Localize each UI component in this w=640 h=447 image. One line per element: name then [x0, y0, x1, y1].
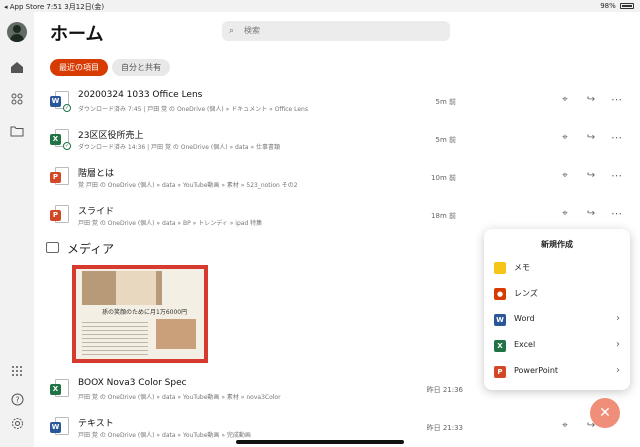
filter-chip-recent[interactable]: 最近の項目 [50, 59, 108, 76]
powerpoint-file-icon: P [50, 167, 70, 189]
synced-icon: ✓ [63, 104, 71, 112]
share-icon[interactable]: ↪ [584, 169, 598, 183]
share-icon[interactable]: ↪ [584, 207, 598, 221]
close-create-button[interactable]: ✕ [590, 398, 620, 428]
word-file-icon: W [50, 417, 70, 439]
new-document-menu: 新規作成 メモ ● レンズ W Word › X Excel › P Power… [484, 229, 630, 390]
menu-item-lens[interactable]: ● レンズ [484, 283, 630, 305]
menu-item-note[interactable]: メモ [484, 257, 630, 279]
file-time: 5m 前 [435, 136, 457, 144]
file-name: BOOX Nova3 Color Spec [78, 378, 187, 388]
sidebar: ? [0, 12, 34, 447]
file-time: 10m 前 [431, 174, 456, 182]
settings-icon[interactable] [8, 414, 26, 432]
word-icon: W [494, 314, 506, 326]
media-thumbnail[interactable]: 孫の笑顔のために月1万6000円 [72, 265, 208, 363]
file-time: 昨日 21:36 [426, 386, 463, 394]
chevron-right-icon: › [616, 339, 620, 350]
file-time: 昨日 21:33 [426, 424, 463, 432]
file-name: スライド [78, 207, 115, 217]
menu-item-label: Excel [514, 340, 536, 349]
excel-icon: X [494, 340, 506, 352]
excel-file-icon: X [50, 379, 70, 401]
file-path: 覚 戸田 の OneDrive (個人) » data » YouTube動画 … [78, 182, 298, 189]
menu-item-label: PowerPoint [514, 366, 559, 375]
pin-icon[interactable]: ⌖ [558, 419, 572, 433]
search-placeholder: 検索 [244, 26, 260, 35]
status-left: ◂ App Store 7:51 3月12日(金) [4, 3, 105, 11]
close-icon: ✕ [599, 405, 611, 421]
file-row[interactable]: X ✓ 23区区役所売上 ダウンロード済み 14:36 | 戸田 覚 の OneD… [34, 126, 640, 164]
pin-icon[interactable]: ⌖ [558, 169, 572, 183]
file-name: 23区区役所売上 [78, 131, 144, 141]
image-icon [46, 242, 59, 253]
file-name: 20200324 1033 Office Lens [78, 90, 203, 100]
media-heading: メディア [67, 242, 115, 256]
file-row[interactable]: P 階層とは 覚 戸田 の OneDrive (個人) » data » You… [34, 164, 640, 202]
note-icon [494, 262, 506, 274]
apps-icon[interactable] [8, 90, 26, 108]
file-path: ダウンロード済み 7:45 | 戸田 覚 の OneDrive (個人) » ド… [78, 106, 308, 113]
status-right: 98% [600, 2, 634, 10]
share-icon[interactable]: ↪ [584, 93, 598, 107]
file-name: 階層とは [78, 169, 115, 179]
menu-title: 新規作成 [541, 240, 573, 249]
home-icon[interactable] [8, 58, 26, 76]
file-path: 戸田 覚 の OneDrive (個人) » data » YouTube動画 … [78, 432, 251, 439]
file-time: 18m 前 [431, 212, 456, 220]
filter-chip-shared[interactable]: 自分と共有 [112, 59, 170, 76]
pin-icon[interactable]: ⌖ [558, 93, 572, 107]
file-name: テキスト [78, 419, 114, 429]
menu-item-label: Word [514, 314, 535, 323]
powerpoint-icon: P [494, 366, 506, 378]
file-time: 5m 前 [435, 98, 457, 106]
avatar[interactable] [7, 22, 27, 42]
search-icon: ⌕ [229, 26, 235, 36]
file-path: 戸田 覚 の OneDrive (個人) » data » BP » トレンディ… [78, 220, 263, 227]
menu-item-excel[interactable]: X Excel › [484, 335, 630, 357]
menu-item-label: メモ [514, 263, 530, 272]
share-icon[interactable]: ↪ [584, 131, 598, 145]
pin-icon[interactable]: ⌖ [558, 207, 572, 221]
more-icon[interactable]: ⋯ [610, 93, 624, 107]
more-icon[interactable]: ⋯ [610, 169, 624, 183]
battery-percent: 98% [600, 2, 616, 10]
word-file-icon: W ✓ [50, 91, 71, 113]
powerpoint-file-icon: P [50, 205, 70, 227]
page-title: ホーム [50, 24, 104, 45]
battery-icon [620, 3, 634, 9]
chevron-right-icon: › [616, 313, 620, 324]
search-input[interactable]: ⌕ 検索 [222, 21, 450, 41]
lens-icon: ● [494, 288, 506, 300]
menu-item-label: レンズ [514, 289, 538, 298]
file-path: 戸田 覚 の OneDrive (個人) » data » YouTube動画 … [78, 394, 281, 401]
pin-icon[interactable]: ⌖ [558, 131, 572, 145]
file-row[interactable]: W ✓ 20200324 1033 Office Lens ダウンロード済み 7:… [34, 88, 640, 126]
menu-item-powerpoint[interactable]: P PowerPoint › [484, 361, 630, 383]
svg-text:?: ? [15, 395, 19, 404]
status-bar: ◂ App Store 7:51 3月12日(金) 98% [0, 0, 640, 12]
excel-file-icon: X ✓ [50, 129, 71, 151]
more-icon[interactable]: ⋯ [610, 207, 624, 221]
help-icon[interactable]: ? [8, 390, 26, 408]
file-path: ダウンロード済み 14:36 | 戸田 覚 の OneDrive (個人) » … [78, 144, 281, 151]
grid-apps-icon[interactable] [8, 362, 26, 380]
synced-icon: ✓ [63, 142, 71, 150]
thumbnail-caption: 孫の笑顔のために月1万6000円 [102, 309, 188, 316]
menu-item-word[interactable]: W Word › [484, 309, 630, 331]
folder-icon[interactable] [8, 122, 26, 140]
home-indicator [236, 440, 404, 444]
chevron-right-icon: › [616, 365, 620, 376]
more-icon[interactable]: ⋯ [610, 131, 624, 145]
